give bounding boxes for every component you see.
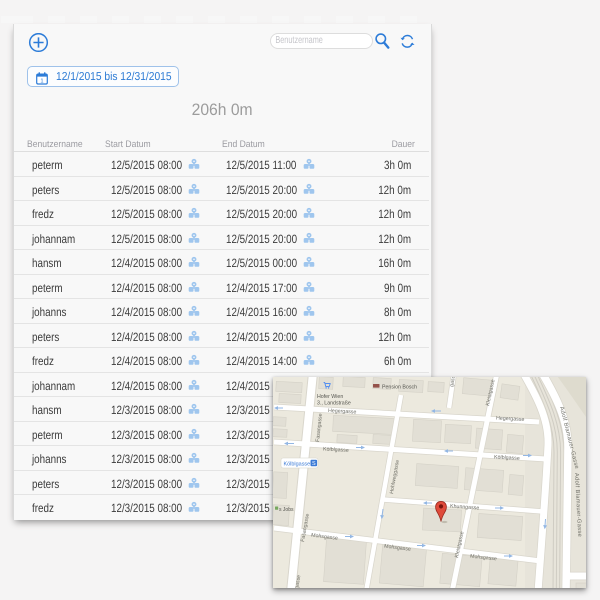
svg-text:Hofer Wien: Hofer Wien — [317, 394, 343, 400]
svg-text:s Jobs: s Jobs — [279, 507, 294, 513]
svg-text:3., Landstraße: 3., Landstraße — [317, 401, 351, 407]
svg-text:Pension Bosch: Pension Bosch — [382, 385, 417, 391]
svg-text:S: S — [312, 461, 316, 467]
svg-text:1: 1 — [40, 78, 43, 84]
svg-text:Kölblgasse: Kölblgasse — [284, 462, 311, 468]
